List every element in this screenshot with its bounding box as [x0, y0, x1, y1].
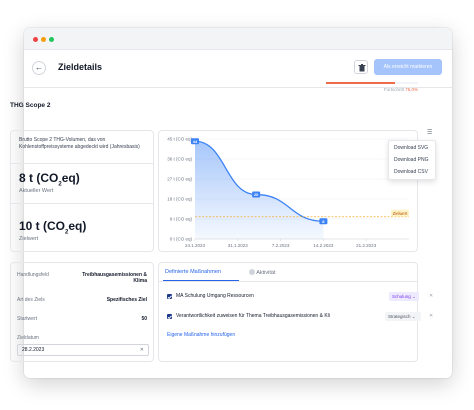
date-value: 28.2.2023: [22, 347, 45, 353]
download-menu: Download SVG Download PNG Download CSV: [388, 140, 436, 180]
maximize-window-dot[interactable]: [49, 37, 54, 42]
goal-form-card: Handlungsfeld Treibhausgasemissionen & K…: [10, 262, 154, 362]
measures-card: Definierte Maßnahmen Aktivität MA Schulu…: [158, 262, 433, 362]
y-tick-label: 27 t (CO eq): [167, 177, 192, 182]
progress-bar-fill: [326, 82, 395, 84]
y-tick-label: 36 t (CO eq): [167, 157, 192, 162]
chart-card: 45 t (CO eq) 36 t (CO eq) 27 t (CO eq) 18 t…: [158, 130, 432, 252]
tab-activity-label: Aktivität: [256, 270, 276, 276]
page-title: Zieldetails: [58, 62, 103, 72]
scope-title: THG Scope 2: [10, 102, 51, 109]
list-item: MA Schulung Umgang Ressourcen Schulung ⌄…: [167, 292, 433, 302]
delete-button[interactable]: [354, 60, 368, 74]
window-titlebar: [24, 28, 452, 50]
metric-card: Brutto Scope 2 THG-Volumen, das von Kohl…: [10, 130, 154, 252]
add-measure-link[interactable]: Eigene Maßnahme hinzufügen: [167, 332, 235, 338]
field-label: Art des Ziels: [17, 297, 45, 303]
close-icon[interactable]: ✕: [140, 345, 144, 355]
metric-description: Brutto Scope 2 THG-Volumen, das von Kohl…: [19, 137, 140, 150]
download-png-item[interactable]: Download PNG: [389, 154, 435, 166]
divider: [11, 203, 153, 204]
progress-text: Fortschritt: [383, 87, 404, 92]
target-value-label: Zielwert: [19, 236, 39, 242]
target-value: 10 t (CO2eq): [19, 219, 87, 236]
x-tick-label: 31.1.2023: [228, 243, 249, 248]
close-icon[interactable]: ✕: [429, 313, 433, 319]
x-tick-label: 7.2.2023: [272, 243, 290, 248]
field-row: Art des Ziels Spezifisches Ziel: [17, 297, 147, 303]
divider: [159, 281, 417, 282]
data-label: 44: [193, 139, 198, 144]
back-button[interactable]: ←: [32, 61, 46, 75]
x-tick-label: 24.1.2023: [185, 243, 206, 248]
field-row: Handlungsfeld Treibhausgasemissionen & K…: [17, 272, 147, 286]
download-svg-item[interactable]: Download SVG: [389, 142, 435, 154]
progress-label: Fortschritt 75,0%: [330, 87, 418, 92]
tag-select[interactable]: Strategisch ⌄: [385, 312, 421, 321]
x-tick-label: 14.2.2023: [313, 243, 334, 248]
date-label: Zieldatum: [17, 335, 39, 341]
field-value: 50: [141, 316, 147, 322]
field-label: Handlungsfeld: [17, 272, 49, 278]
measure-title: MA Schulung Umgang Ressourcen: [176, 293, 254, 299]
checkbox[interactable]: [167, 314, 172, 319]
divider: [11, 163, 153, 164]
series-area: [195, 141, 324, 239]
data-label: 20: [254, 192, 259, 197]
tab-defined-measures[interactable]: Definierte Maßnahmen: [165, 269, 221, 275]
progress-bar: [326, 82, 418, 84]
field-value: Treibhausgasemissionen & Klima: [82, 272, 147, 284]
list-item: Verantwortlichkeit zuweisen für Thema Tr…: [167, 312, 433, 322]
field-label: Startwert: [17, 316, 38, 322]
close-icon[interactable]: ✕: [429, 293, 433, 299]
y-tick-label: 18 t (CO eq): [167, 197, 192, 202]
download-csv-item[interactable]: Download CSV: [389, 166, 435, 178]
y-tick-label: 9 t (CO eq): [170, 217, 193, 222]
field-value: Spezifisches Ziel: [106, 297, 147, 303]
progress-value: 75,0%: [405, 87, 418, 92]
tag-select[interactable]: Schulung ⌄: [389, 292, 419, 301]
target-label: Zielwert: [393, 211, 408, 216]
measure-title: Verantwortlichkeit zuweisen für Thema Tr…: [176, 313, 330, 319]
arrow-left-icon: ←: [35, 63, 43, 72]
progress-chart: 45 t (CO eq) 36 t (CO eq) 27 t (CO eq) 18 t…: [167, 137, 409, 248]
close-window-dot[interactable]: [33, 37, 38, 42]
y-tick-label: 0 t (CO eq): [170, 237, 193, 242]
x-tick-label: 21.2.2023: [356, 243, 377, 248]
mark-achieved-button[interactable]: Als erreicht markieren: [374, 59, 442, 75]
trash-icon: [358, 63, 365, 71]
checkbox[interactable]: [167, 294, 172, 299]
target-date-input[interactable]: 28.2.2023 ✕: [17, 344, 149, 356]
current-value: 8 t (CO2eq): [19, 171, 80, 188]
tab-activity[interactable]: Aktivität: [249, 269, 276, 276]
field-row: Startwert 50: [17, 316, 147, 322]
current-value-label: Aktueller Wert: [19, 188, 54, 194]
y-tick-label: 45 t (CO eq): [167, 137, 192, 142]
minimize-window-dot[interactable]: [41, 37, 46, 42]
activity-icon: [249, 269, 255, 275]
hamburger-menu-icon[interactable]: ☰: [427, 129, 432, 136]
